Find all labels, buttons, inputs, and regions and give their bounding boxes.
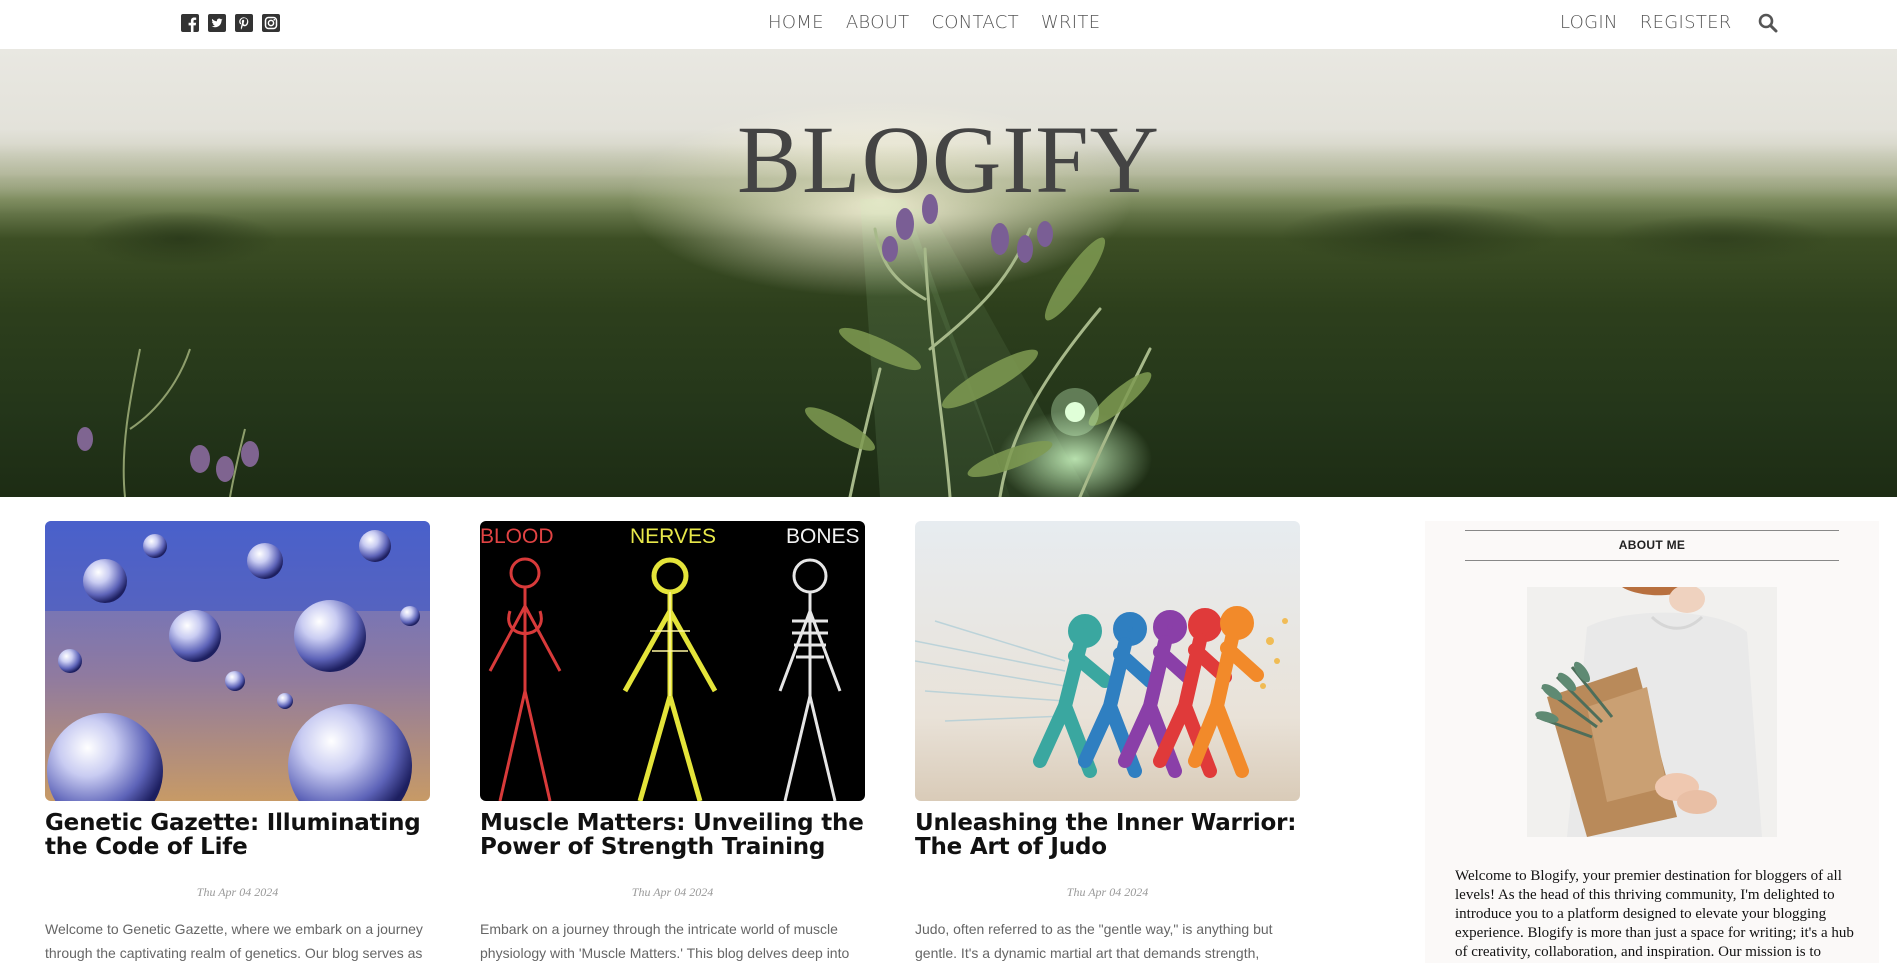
- post-card[interactable]: Genetic Gazette: Illuminating the Code o…: [45, 521, 430, 963]
- nav-about-link[interactable]: ABOUT: [846, 12, 910, 34]
- account-menu: LOGIN REGISTER: [1560, 12, 1778, 34]
- image-label-nerves: NERVES: [630, 525, 716, 548]
- instagram-icon[interactable]: [262, 14, 280, 32]
- post-grid: Genetic Gazette: Illuminating the Code o…: [45, 521, 1300, 963]
- social-links: [181, 14, 280, 32]
- post-date: Thu Apr 04 2024: [1066, 885, 1149, 899]
- post-title[interactable]: Muscle Matters: Unveiling the Power of S…: [480, 811, 865, 859]
- post-title[interactable]: Genetic Gazette: Illuminating the Code o…: [45, 811, 430, 859]
- post-excerpt: Welcome to Genetic Gazette, where we emb…: [45, 921, 423, 961]
- nav-contact-link[interactable]: CONTACT: [931, 12, 1018, 34]
- hero-banner: BLOGIFY: [0, 49, 1897, 497]
- post-image-runners[interactable]: [915, 521, 1300, 801]
- image-label-bones: BONES: [786, 525, 860, 548]
- post-title[interactable]: Unleashing the Inner Warrior: The Art of…: [915, 811, 1300, 859]
- facebook-icon[interactable]: [181, 14, 199, 32]
- twitter-icon[interactable]: [208, 14, 226, 32]
- author-photo: [1527, 587, 1777, 837]
- about-me-sidebar: ABOUT ME Welcome to Blogify, your premie…: [1425, 521, 1879, 963]
- top-navigation: HOME ABOUT CONTACT WRITE LOGIN REGISTER: [0, 0, 1897, 49]
- post-excerpt: Embark on a journey through the intricat…: [480, 921, 850, 961]
- post-image-anatomy[interactable]: BLOOD NERVES BONES: [480, 521, 865, 801]
- post-excerpt: Judo, often referred to as the "gentle w…: [915, 921, 1273, 961]
- post-date: Thu Apr 04 2024: [631, 885, 714, 899]
- site-brand-title[interactable]: BLOGIFY: [0, 105, 1897, 215]
- post-card[interactable]: Unleashing the Inner Warrior: The Art of…: [915, 521, 1300, 963]
- nav-register-link[interactable]: REGISTER: [1640, 12, 1732, 34]
- post-image-genetics[interactable]: [45, 521, 430, 801]
- nav-write-link[interactable]: WRITE: [1041, 12, 1100, 34]
- nav-login-link[interactable]: LOGIN: [1560, 12, 1618, 34]
- search-icon[interactable]: [1758, 13, 1778, 33]
- main-menu: HOME ABOUT CONTACT WRITE: [768, 12, 1100, 34]
- image-label-blood: BLOOD: [480, 525, 554, 548]
- pinterest-icon[interactable]: [235, 14, 253, 32]
- sidebar-heading: ABOUT ME: [1465, 530, 1839, 561]
- about-me-text: Welcome to Blogify, your premier destina…: [1455, 868, 1854, 960]
- post-card[interactable]: BLOOD NERVES BONES Muscle Matters: Unvei…: [480, 521, 865, 963]
- nav-home-link[interactable]: HOME: [768, 12, 824, 34]
- post-date: Thu Apr 04 2024: [196, 885, 279, 899]
